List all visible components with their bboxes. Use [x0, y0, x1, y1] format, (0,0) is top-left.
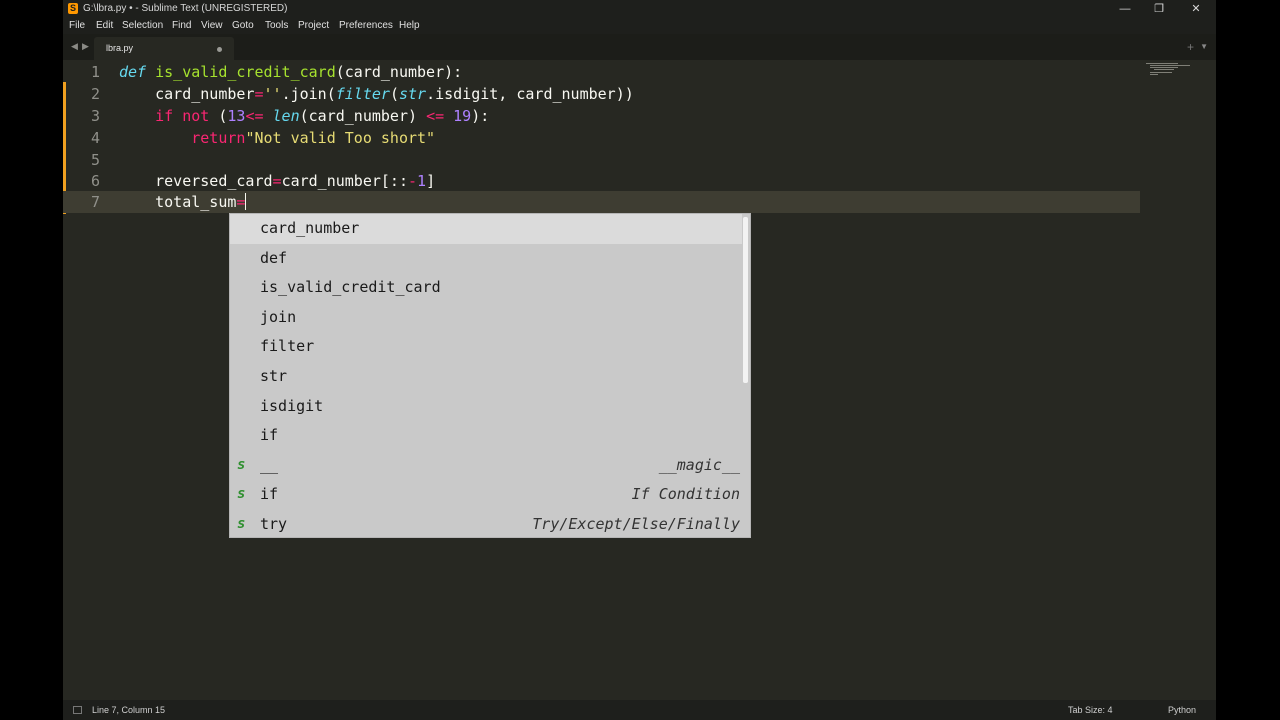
autocomplete-label: is_valid_credit_card: [260, 278, 441, 297]
code-line[interactable]: 4 return"Not valid Too short": [63, 127, 1140, 149]
text-caret: [245, 193, 247, 210]
close-button[interactable]: ✕: [1178, 0, 1214, 18]
code-line[interactable]: 7 total_sum=: [63, 191, 1140, 213]
menu-help[interactable]: Help: [399, 20, 420, 31]
code-editor[interactable]: 1 def is_valid_credit_card(card_number):…: [63, 60, 1216, 700]
code-text[interactable]: def is_valid_credit_card(card_number):: [119, 61, 462, 83]
autocomplete-scrollbar[interactable]: [743, 217, 748, 383]
menu-find[interactable]: Find: [172, 20, 191, 31]
autocomplete-item-def[interactable]: def: [230, 244, 742, 274]
autocomplete-label: try: [260, 515, 288, 533]
menu-goto[interactable]: Goto: [232, 20, 254, 31]
panel-toggle-icon[interactable]: [73, 706, 82, 714]
tab-list-icon[interactable]: ▼: [1200, 42, 1208, 51]
autocomplete-hint: If Condition: [631, 485, 740, 504]
line-number: 2: [90, 85, 100, 103]
autocomplete-label: isdigit: [260, 396, 324, 415]
menu-view[interactable]: View: [201, 20, 223, 31]
tab-label: lbra.py: [106, 43, 134, 53]
autocomplete-label: __: [260, 455, 279, 474]
autocomplete-label: join: [260, 307, 297, 326]
autocomplete-label: def: [260, 248, 288, 267]
autocomplete-popup[interactable]: card_number def is_valid_credit_card joi…: [229, 213, 751, 538]
maximize-button[interactable]: ❐: [1141, 0, 1177, 18]
title-bar: S G:\lbra.py • - Sublime Text (UNREGISTE…: [63, 0, 1216, 18]
menu-tools[interactable]: Tools: [265, 20, 288, 31]
autocomplete-item-if-snippet[interactable]: s if If Condition: [230, 480, 742, 510]
minimap-line: [1146, 63, 1178, 64]
autocomplete-item-join[interactable]: join: [230, 303, 742, 333]
code-text[interactable]: card_number=''.join(filter(str.isdigit, …: [119, 83, 634, 105]
code-line[interactable]: 2 card_number=''.join(filter(str.isdigit…: [63, 83, 1140, 105]
minimap-line: [1150, 65, 1190, 66]
line-number: 6: [90, 172, 100, 190]
autocomplete-label: card_number: [260, 219, 360, 237]
code-line[interactable]: 3 if not (13<= len(card_number) <= 19):: [63, 105, 1140, 127]
status-bar: Line 7, Column 15 Tab Size: 4 Python: [63, 700, 1216, 720]
code-line[interactable]: 6 reversed_card=card_number[::-1]: [63, 170, 1140, 192]
code-text[interactable]: if not (13<= len(card_number) <= 19):: [119, 105, 489, 127]
autocomplete-item-try-snippet[interactable]: s try Try/Except/Else/Finally: [230, 510, 742, 540]
code-line[interactable]: 1 def is_valid_credit_card(card_number):: [63, 61, 1140, 83]
new-tab-icon[interactable]: +: [1187, 40, 1194, 54]
code-text[interactable]: total_sum=: [119, 191, 247, 213]
menu-preferences[interactable]: Preferences: [339, 20, 393, 31]
autocomplete-label: if: [260, 426, 279, 445]
autocomplete-item-filter[interactable]: filter: [230, 332, 742, 362]
autocomplete-item-if[interactable]: if: [230, 421, 742, 451]
snippet-kind-icon: s: [237, 456, 246, 473]
line-number: 7: [90, 193, 100, 211]
line-number: 3: [90, 107, 100, 125]
autocomplete-label: if: [260, 485, 279, 504]
minimap[interactable]: [1141, 60, 1216, 700]
tab-lbra-py[interactable]: lbra.py: [94, 37, 234, 60]
code-text[interactable]: return"Not valid Too short": [119, 127, 435, 149]
menu-project[interactable]: Project: [298, 20, 329, 31]
menu-file[interactable]: File: [69, 20, 85, 31]
code-text[interactable]: reversed_card=card_number[::-1]: [119, 170, 435, 192]
autocomplete-label: filter: [260, 337, 315, 356]
autocomplete-item-isdigit[interactable]: isdigit: [230, 392, 742, 422]
snippet-kind-icon: s: [237, 516, 246, 532]
menu-selection[interactable]: Selection: [122, 20, 163, 31]
snippet-kind-icon: s: [237, 486, 246, 503]
tab-bar: ◀ ▶ lbra.py + ▼: [63, 34, 1216, 60]
line-number: 4: [90, 129, 100, 147]
autocomplete-hint: __magic__: [658, 455, 740, 474]
autocomplete-hint: Try/Except/Else/Finally: [532, 515, 740, 533]
menu-edit[interactable]: Edit: [96, 20, 113, 31]
minimap-line: [1154, 69, 1174, 70]
cursor-position[interactable]: Line 7, Column 15: [92, 705, 165, 715]
autocomplete-label: str: [260, 367, 288, 385]
tab-size[interactable]: Tab Size: 4: [1068, 705, 1113, 715]
minimap-line: [1150, 67, 1178, 68]
sublime-logo-icon: S: [68, 3, 78, 14]
unsaved-dot-icon[interactable]: [217, 47, 222, 52]
minimap-line: [1150, 74, 1158, 75]
minimap-line: [1150, 72, 1172, 73]
line-number: 5: [90, 151, 100, 169]
minimize-button[interactable]: —: [1107, 0, 1143, 18]
autocomplete-item-is-valid-credit-card[interactable]: is_valid_credit_card: [230, 273, 742, 303]
autocomplete-item-card-number[interactable]: card_number: [230, 214, 742, 244]
autocomplete-item-magic-snippet[interactable]: s __ __magic__: [230, 451, 742, 481]
line-number: 1: [90, 63, 100, 81]
autocomplete-item-str[interactable]: str: [230, 362, 742, 392]
menu-bar: File Edit Selection Find View Goto Tools…: [63, 18, 1216, 34]
tab-next-icon[interactable]: ▶: [82, 41, 89, 52]
sublime-window: S G:\lbra.py • - Sublime Text (UNREGISTE…: [63, 0, 1216, 720]
tab-prev-icon[interactable]: ◀: [71, 41, 78, 52]
code-line[interactable]: 5: [63, 149, 1140, 171]
syntax-mode[interactable]: Python: [1168, 705, 1196, 715]
window-title: G:\lbra.py • - Sublime Text (UNREGISTERE…: [83, 3, 288, 14]
